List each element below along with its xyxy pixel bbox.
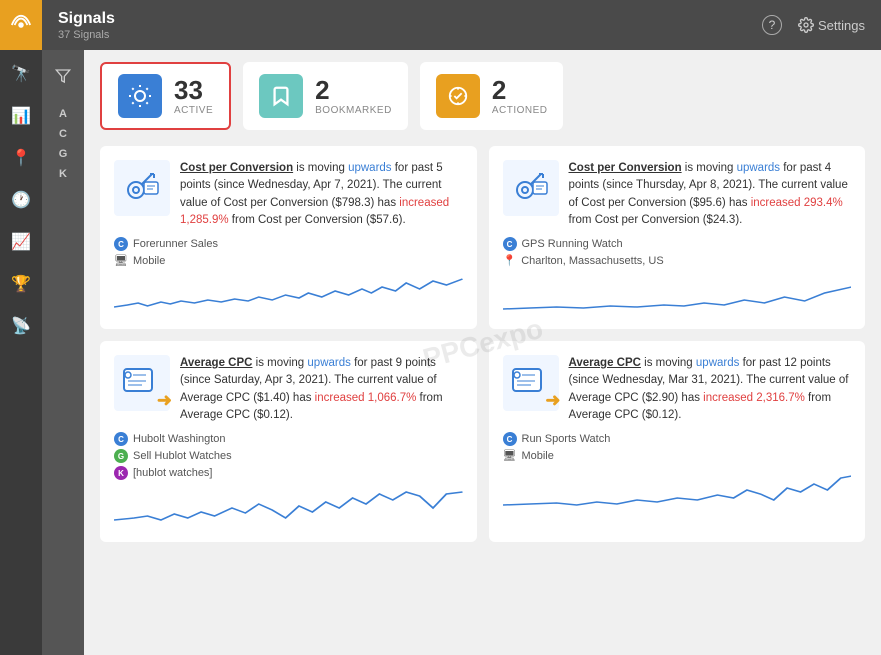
card-4-meta: C Run Sports Watch 🖥 Mobile — [503, 432, 852, 462]
actioned-stat-info: 2 Actioned — [492, 77, 548, 116]
badge-g-icon: G — [114, 449, 128, 463]
card-2-meta: C GPS Running Watch 📍 Charlton, Massachu… — [503, 237, 852, 267]
bookmarked-stat-card[interactable]: 2 Bookmarked — [243, 62, 408, 130]
alpha-c: C — [59, 124, 67, 144]
analytics-icon[interactable]: 📈 — [3, 224, 39, 260]
actioned-stat-card[interactable]: 2 Actioned — [420, 62, 564, 130]
signal-card-2: Cost per Conversion is moving upwards fo… — [489, 146, 866, 329]
card-1-meta: C Forerunner Sales 🖥 Mobile — [114, 237, 463, 267]
active-stat-card[interactable]: 33 Active — [100, 62, 231, 130]
settings-button[interactable]: Settings — [798, 17, 865, 33]
meta-row-adgroup: G Sell Hublot Watches — [114, 449, 463, 463]
stats-row: 33 Active 2 Bookmarked — [100, 62, 865, 130]
bookmarked-count: 2 — [315, 77, 392, 103]
mobile-icon-4: 🖥 — [503, 449, 517, 462]
cards-grid: PPCexpo — [100, 146, 865, 542]
bookmarked-icon — [259, 74, 303, 118]
alpha-k: K — [59, 164, 67, 184]
meta-row-campaign: C Forerunner Sales — [114, 237, 463, 251]
content-wrapper: A C G K — [42, 50, 881, 655]
active-stat-info: 33 Active — [174, 77, 213, 116]
active-icon — [118, 74, 162, 118]
chart-icon[interactable]: 📊 — [3, 98, 39, 134]
filter-icon[interactable] — [47, 60, 79, 92]
meta-row-location: 📍 Charlton, Massachusetts, US — [503, 254, 852, 267]
card-3-text: Average CPC is moving upwards for past 9… — [180, 355, 463, 424]
signal-card-4: ➜ Average CPC is moving upwards for past… — [489, 341, 866, 542]
clock-icon[interactable]: 🕐 — [3, 182, 39, 218]
card-3-header: ➜ Average CPC is moving upwards for past… — [114, 355, 463, 424]
card-4-text: Average CPC is moving upwards for past 1… — [569, 355, 852, 424]
badge-c-icon: C — [114, 237, 128, 251]
header-actions: ? Settings — [762, 15, 865, 35]
header-title-block: Signals 37 Signals — [58, 10, 115, 41]
telescope-icon[interactable]: 🔭 — [3, 56, 39, 92]
card-1-text: Cost per Conversion is moving upwards fo… — [180, 160, 463, 229]
location-icon-2: 📍 — [503, 254, 517, 267]
card-2-header: Cost per Conversion is moving upwards fo… — [503, 160, 852, 229]
active-count: 33 — [174, 77, 213, 103]
content-main: 33 Active 2 Bookmarked — [84, 50, 881, 655]
card-3-meta: C Hubolt Washington G Sell Hublot Watche… — [114, 432, 463, 480]
card-1-header: Cost per Conversion is moving upwards fo… — [114, 160, 463, 229]
badge-c-icon-2: C — [503, 237, 517, 251]
alpha-g: G — [59, 144, 68, 164]
page-title: Signals — [58, 10, 115, 28]
card-2-text: Cost per Conversion is moving upwards fo… — [569, 160, 852, 229]
brand-logo — [0, 0, 42, 50]
alpha-a: A — [59, 104, 67, 124]
help-button[interactable]: ? — [762, 15, 782, 35]
bookmarked-label: Bookmarked — [315, 105, 392, 116]
card-2-chart — [503, 275, 852, 315]
meta-row-campaign-4: C Run Sports Watch — [503, 432, 852, 446]
meta-row-campaign-3: C Hubolt Washington — [114, 432, 463, 446]
main-area: Signals 37 Signals ? Settings A C — [42, 0, 881, 655]
card-3-chart — [114, 488, 463, 528]
card-4-header: ➜ Average CPC is moving upwards for past… — [503, 355, 852, 424]
trophy-icon[interactable]: 🏆 — [3, 266, 39, 302]
meta-row-device-4: 🖥 Mobile — [503, 449, 852, 462]
card-3-thumb: ➜ — [114, 355, 170, 411]
card-1-chart — [114, 275, 463, 315]
secondary-navigation: A C G K — [42, 50, 84, 655]
signal-card-1: Cost per Conversion is moving upwards fo… — [100, 146, 477, 329]
actioned-count: 2 — [492, 77, 548, 103]
card-2-thumb — [503, 160, 559, 216]
mobile-icon: 🖥 — [114, 254, 128, 267]
card-4-chart — [503, 470, 852, 510]
signal-card-3: ➜ Average CPC is moving upwards for past… — [100, 341, 477, 542]
card-4-thumb: ➜ — [503, 355, 559, 411]
active-label: Active — [174, 105, 213, 116]
actioned-icon — [436, 74, 480, 118]
left-navigation: 🔭 📊 📍 🕐 📈 🏆 📡 — [0, 0, 42, 655]
badge-k-icon: K — [114, 466, 128, 480]
meta-row-device: 🖥 Mobile — [114, 254, 463, 267]
badge-c-icon-3: C — [114, 432, 128, 446]
signals-icon[interactable]: 📡 — [3, 308, 39, 344]
alpha-labels: A C G K — [59, 104, 68, 184]
bookmarked-stat-info: 2 Bookmarked — [315, 77, 392, 116]
page-subtitle: 37 Signals — [58, 29, 115, 41]
top-header: Signals 37 Signals ? Settings — [42, 0, 881, 50]
meta-row-campaign-2: C GPS Running Watch — [503, 237, 852, 251]
card-1-thumb — [114, 160, 170, 216]
meta-row-keyword: K [hublot watches] — [114, 466, 463, 480]
badge-c-icon-4: C — [503, 432, 517, 446]
location-icon[interactable]: 📍 — [3, 140, 39, 176]
actioned-label: Actioned — [492, 105, 548, 116]
